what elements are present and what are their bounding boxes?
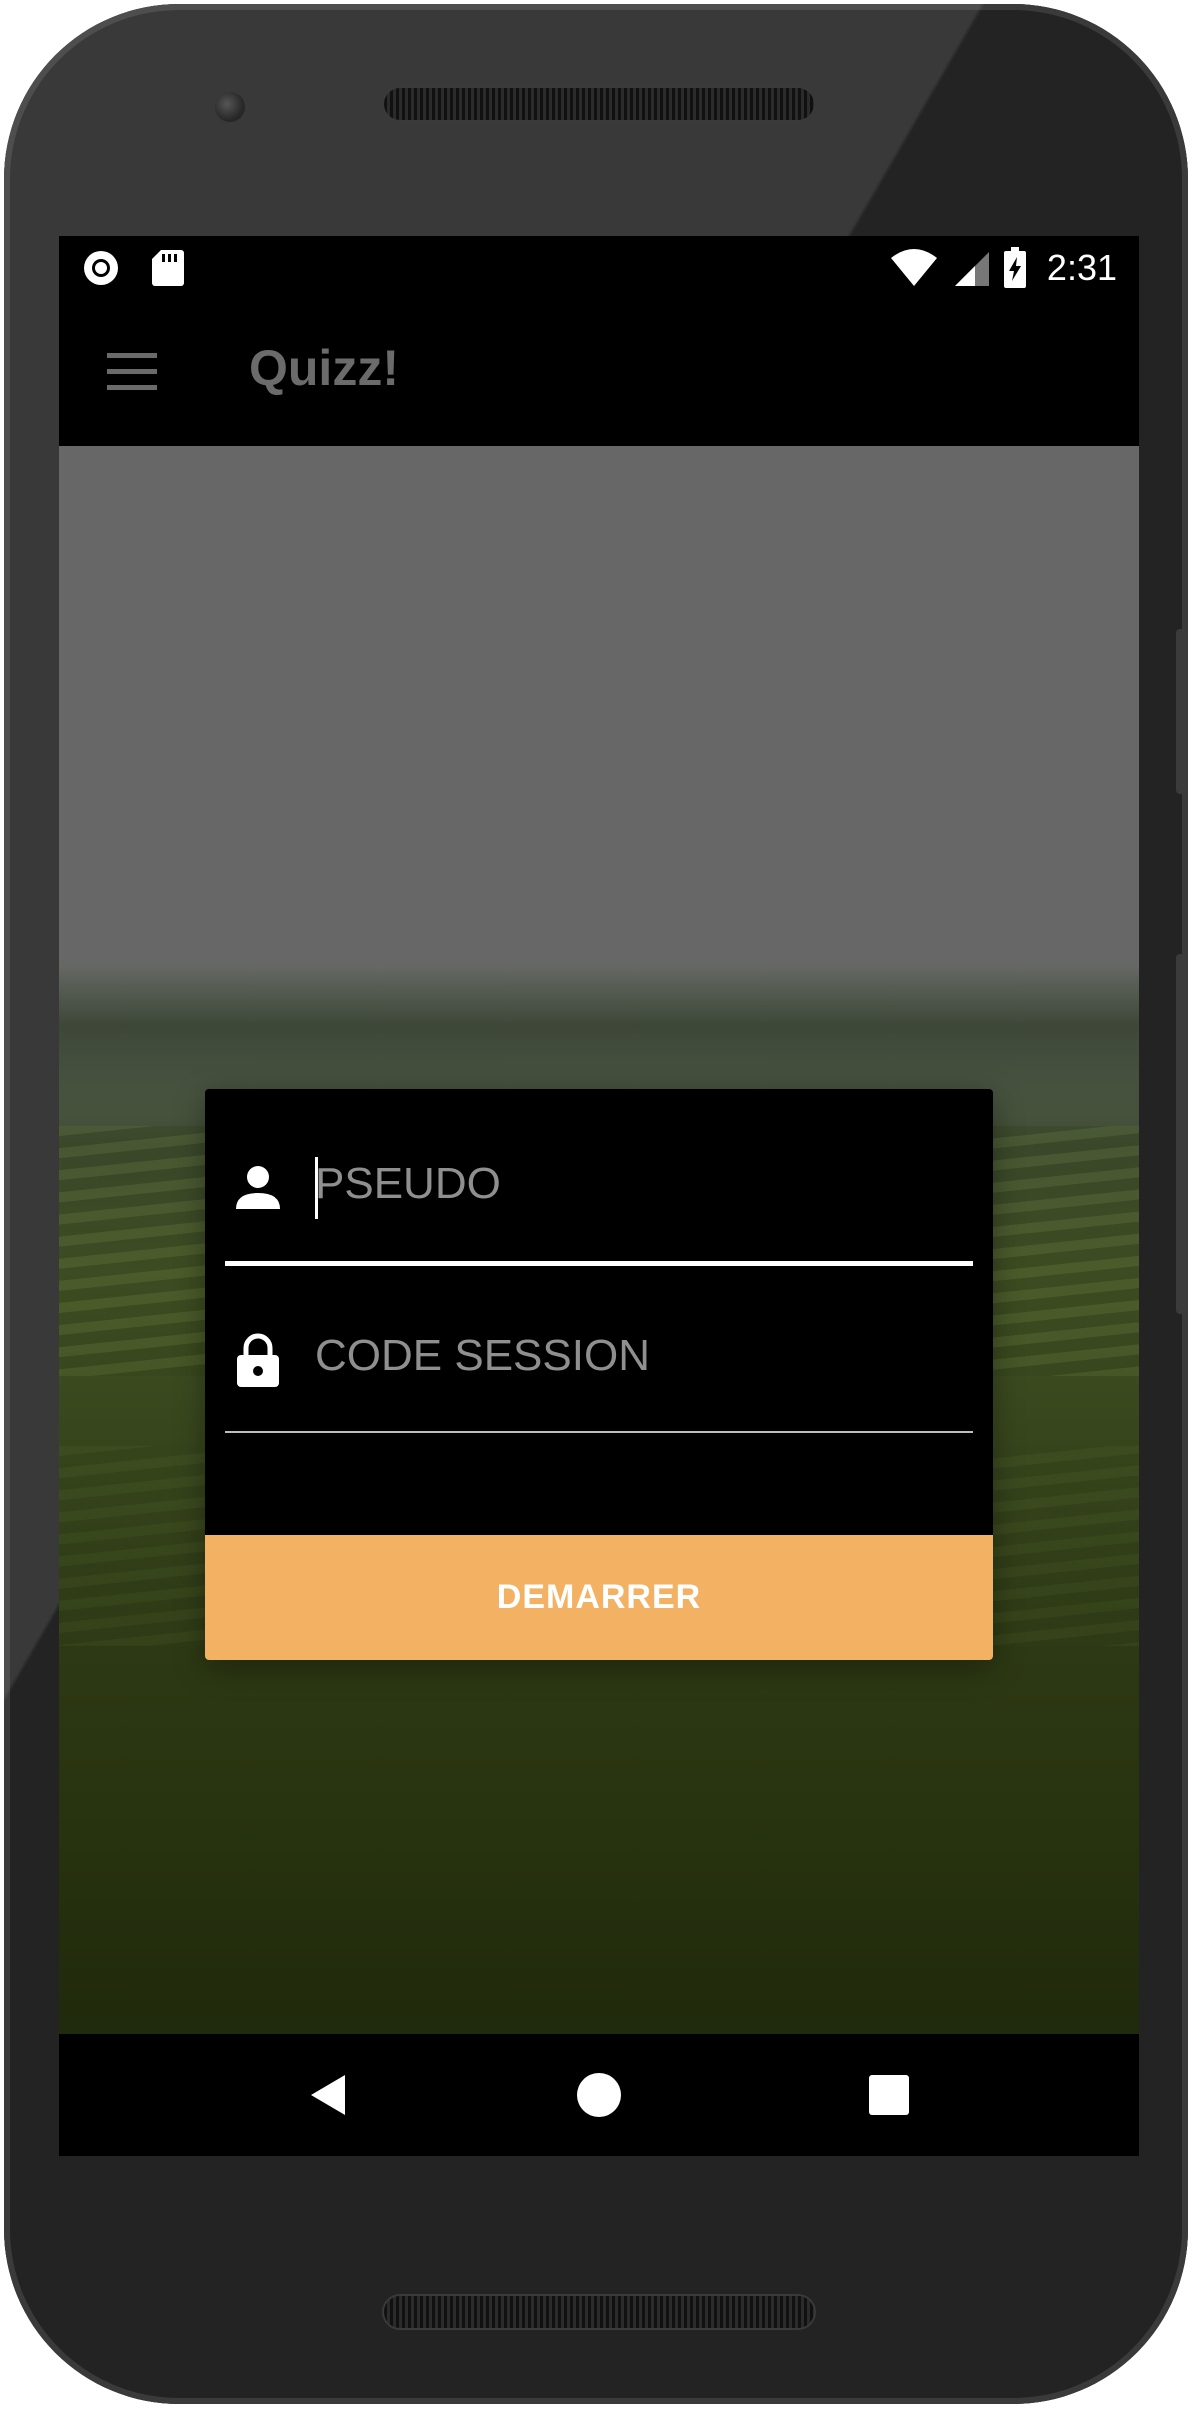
back-icon[interactable]: [299, 2065, 359, 2125]
hamburger-menu-icon[interactable]: [107, 353, 157, 391]
bottom-speaker-grille: [384, 2296, 814, 2328]
front-camera: [215, 92, 245, 122]
lock-icon: [237, 1333, 279, 1387]
status-right-group: 2:31: [889, 236, 1117, 299]
app-bar: Quizz!: [59, 299, 1139, 446]
start-button[interactable]: DEMARRER: [205, 1535, 993, 1660]
login-card: DEMARRER: [205, 1089, 993, 1660]
home-icon[interactable]: [569, 2065, 629, 2125]
wifi-icon: [890, 248, 937, 286]
recents-icon[interactable]: [859, 2065, 919, 2125]
sd-card-icon: [152, 250, 184, 286]
phone-frame: 2:31 Quizz! PSEUDO CODE SESSION DEMARRER: [4, 4, 1188, 2404]
top-speaker-grille: [384, 88, 814, 120]
clock: 2:31: [1046, 246, 1117, 288]
app-title: Quizz!: [249, 340, 399, 396]
pseudo-underline: [225, 1261, 973, 1266]
pseudo-input[interactable]: [315, 1149, 955, 1219]
battery-charging-icon: [1003, 246, 1026, 288]
cell-signal-icon: [954, 251, 989, 286]
code-session-input[interactable]: [315, 1321, 955, 1391]
background-image-vineyard: DEMARRER: [59, 446, 1139, 2034]
record-icon: [84, 251, 118, 285]
power-button: [1176, 629, 1188, 794]
text-cursor: [315, 1157, 318, 1219]
volume-rocker: [1176, 954, 1188, 1314]
code-session-underline: [225, 1431, 973, 1433]
status-bar: 2:31: [59, 236, 1139, 299]
person-icon: [236, 1166, 280, 1209]
screen: 2:31 Quizz! PSEUDO CODE SESSION DEMARRER: [59, 236, 1139, 2156]
navigation-bar: [59, 2034, 1139, 2156]
